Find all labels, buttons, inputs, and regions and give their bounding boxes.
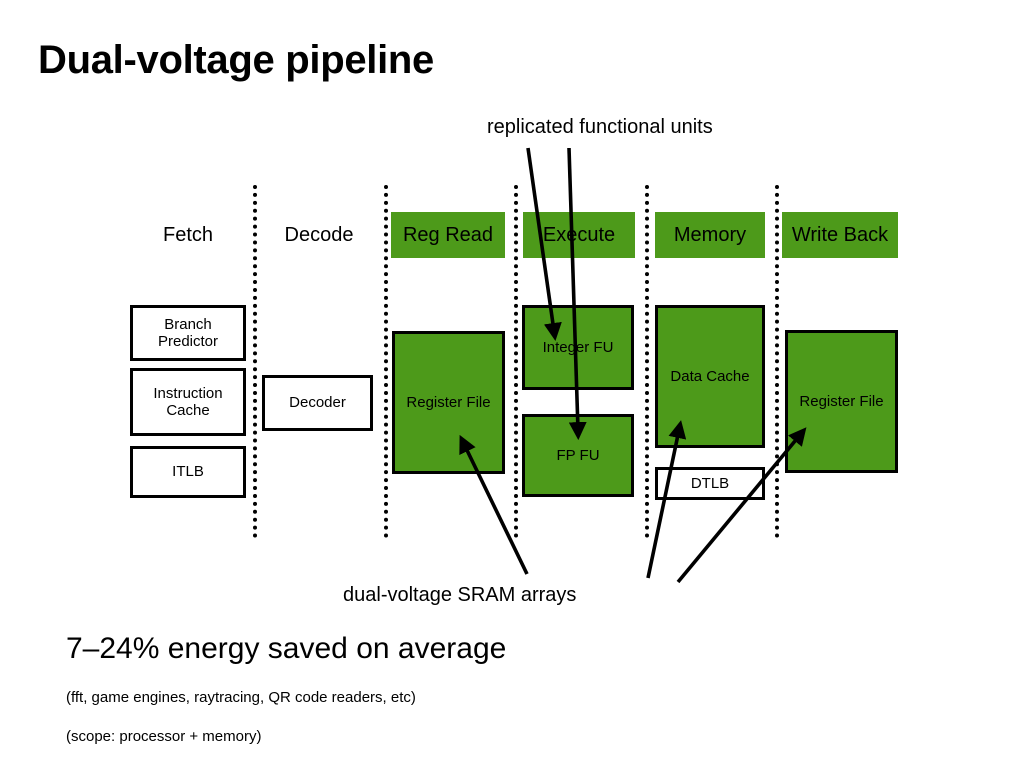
stage-divider-fetch-decode <box>253 185 257 538</box>
register-file-wb-label: Register File <box>799 392 884 410</box>
itlb-label: ITLB <box>172 463 204 481</box>
block-register-file: Register File <box>392 331 505 474</box>
instruction-cache-label-line2: Cache <box>166 402 210 419</box>
dtlb-label: DTLB <box>690 474 730 492</box>
block-register-file-wb: Register File <box>785 330 898 473</box>
integer-fu-label: Integer FU <box>542 338 614 356</box>
stage-header-memory: Memory <box>655 212 765 258</box>
stage-header-reg-read: Reg Read <box>391 212 505 258</box>
arrow-sram-to-data-cache <box>646 420 687 579</box>
stage-divider-regread-execute <box>514 185 518 538</box>
stage-header-execute: Execute <box>523 212 635 258</box>
annotation-replicated-functional-units: replicated functional units <box>487 116 713 138</box>
stage-divider-memory-writeback <box>775 185 779 538</box>
slide-canvas: Dual-voltage pipeline replicated functio… <box>0 0 1024 768</box>
stage-header-write-back: Write Back <box>782 212 898 258</box>
block-data-cache: Data Cache <box>655 305 765 448</box>
branch-predictor-label-line1: Branch <box>164 315 212 333</box>
block-instruction-cache: Instruction Cache <box>130 368 246 436</box>
page-title: Dual-voltage pipeline <box>38 38 434 82</box>
stage-divider-decode-regread <box>384 185 388 538</box>
note-scope: (scope: processor + memory) <box>66 728 262 745</box>
arrow-sram-to-register-file-wb <box>676 427 807 584</box>
instruction-cache-label-line1: Instruction <box>153 384 223 402</box>
stage-divider-execute-memory <box>645 185 649 538</box>
stage-header-fetch: Fetch <box>162 223 214 246</box>
annotation-dual-voltage-sram-arrays: dual-voltage SRAM arrays <box>343 584 577 606</box>
decoder-label: Decoder <box>289 394 346 412</box>
fp-fu-label: FP FU <box>556 446 600 464</box>
stage-header-decode: Decode <box>284 223 354 246</box>
block-dtlb: DTLB <box>655 467 765 500</box>
block-decoder: Decoder <box>262 375 373 431</box>
block-integer-fu: Integer FU <box>522 305 634 390</box>
block-itlb: ITLB <box>130 446 246 498</box>
register-file-label: Register File <box>406 393 491 411</box>
branch-predictor-label-line2: Predictor <box>157 333 219 350</box>
data-cache-label: Data Cache <box>670 367 750 385</box>
result-headline: 7–24% energy saved on average <box>66 632 507 665</box>
block-branch-predictor: Branch Predictor <box>130 305 246 361</box>
block-fp-fu: FP FU <box>522 414 634 497</box>
note-workloads: (fft, game engines, raytracing, QR code … <box>66 689 416 706</box>
